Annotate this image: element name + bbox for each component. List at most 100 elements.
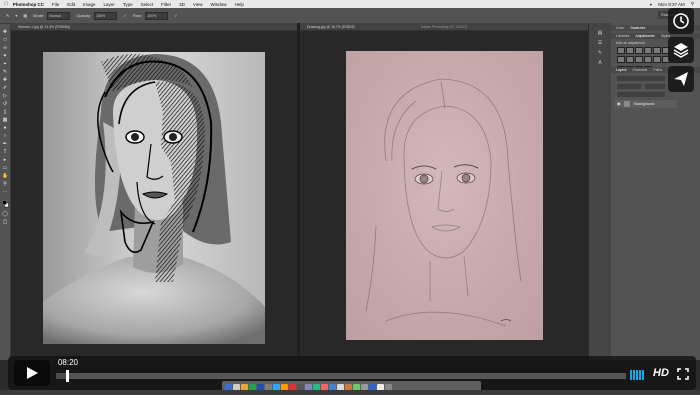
wifi-icon[interactable]: ⌖ — [650, 2, 653, 7]
gradient-tool-icon[interactable]: ▩ — [2, 118, 8, 123]
play-icon — [27, 367, 38, 379]
brightness-icon[interactable] — [617, 47, 625, 54]
airbrush-icon[interactable]: ✓ — [174, 13, 177, 18]
layer-row[interactable]: ◉ Background — [615, 100, 677, 108]
tab-color[interactable]: Color — [616, 26, 624, 30]
pencil-drawing-canvas[interactable] — [346, 51, 543, 340]
menu-view[interactable]: View — [193, 2, 203, 7]
tab-layers[interactable]: Layers — [616, 68, 627, 72]
bottom-strip — [0, 390, 700, 395]
color-balance-icon[interactable] — [617, 56, 625, 64]
healing-tool-icon[interactable]: ✚ — [2, 78, 8, 83]
path-select-tool-icon[interactable]: ▸ — [2, 158, 8, 163]
volume-bar[interactable] — [642, 370, 644, 380]
menu-app-name[interactable]: Photoshop CC — [13, 2, 44, 7]
apple-icon[interactable]:  — [4, 1, 8, 7]
brush-panel-icon[interactable]: ✎ — [597, 51, 603, 56]
more-tools-icon[interactable]: ⋯ — [2, 190, 8, 195]
toggle-brush-panel-icon[interactable]: ▦ — [23, 13, 27, 18]
paper-plane-icon — [674, 72, 688, 86]
foreground-background-color-icon[interactable] — [2, 200, 9, 208]
blend-mode-select[interactable] — [617, 84, 641, 89]
screen-mode-icon[interactable]: ▢ — [2, 220, 8, 225]
watch-later-button[interactable] — [668, 8, 694, 34]
exposure-icon[interactable] — [644, 47, 652, 54]
marquee-tool-icon[interactable]: □ — [2, 38, 8, 43]
menu-filter[interactable]: Filter — [161, 2, 171, 7]
lasso-tool-icon[interactable]: ∞ — [2, 46, 8, 51]
channel-mixer-icon[interactable] — [644, 56, 652, 64]
eyedropper-tool-icon[interactable]: ✎ — [2, 70, 8, 75]
move-tool-icon[interactable]: ✥ — [2, 30, 8, 35]
document-window-drawing: Drawing.jpg @ 16.7% (RGB/8) Adobe Photos… — [300, 23, 588, 360]
opacity-field[interactable]: 100% — [94, 11, 118, 20]
collections-button[interactable] — [668, 37, 694, 63]
volume-bar[interactable] — [636, 370, 638, 380]
options-bar: ✎ ▾ ▦ Mode: Normal Opacity: 100% ✓ Flow:… — [0, 8, 700, 24]
tab-libraries[interactable]: Libraries — [616, 34, 629, 38]
levels-icon[interactable] — [626, 47, 634, 54]
mode-select[interactable]: Normal — [47, 11, 71, 20]
menu-image[interactable]: Image — [83, 2, 96, 7]
tab-channels[interactable]: Channels — [633, 68, 648, 72]
adjustment-hint: Add an adjustment — [616, 41, 646, 45]
menu-file[interactable]: File — [52, 2, 59, 7]
tab-swatches[interactable]: Swatches — [630, 26, 645, 30]
document-tab-drawing[interactable]: Drawing.jpg @ 16.7% (RGB/8) — [304, 24, 358, 30]
menu-window[interactable]: Window — [211, 2, 227, 7]
play-button[interactable] — [14, 360, 50, 386]
volume-bar[interactable] — [639, 370, 641, 380]
curves-icon[interactable] — [635, 47, 643, 54]
volume-control[interactable] — [630, 369, 646, 380]
flow-field[interactable]: 100% — [145, 11, 169, 20]
hd-badge[interactable]: HD — [653, 366, 673, 380]
pen-tool-icon[interactable]: ✒ — [2, 142, 8, 147]
dodge-tool-icon[interactable]: ○ — [2, 134, 8, 139]
tab-paths[interactable]: Paths — [653, 68, 662, 72]
progress-bar[interactable] — [56, 370, 626, 382]
layer-opacity-field[interactable] — [645, 84, 665, 89]
menu-select[interactable]: Select — [141, 2, 154, 7]
layer-lock-row[interactable] — [617, 92, 665, 97]
color-lookup-icon[interactable] — [653, 56, 661, 64]
tab-adjustments[interactable]: Adjustments — [635, 34, 654, 38]
menubar-clock[interactable]: Mon 9:37 AM — [658, 2, 685, 7]
menu-layer[interactable]: Layer — [104, 2, 115, 7]
clone-stamp-tool-icon[interactable]: ▷ — [2, 94, 8, 99]
blur-tool-icon[interactable]: ● — [2, 126, 8, 131]
menu-edit[interactable]: Edit — [67, 2, 75, 7]
menu-help[interactable]: Help — [235, 2, 244, 7]
brush-tool-icon[interactable]: ✐ — [2, 86, 8, 91]
zoom-tool-icon[interactable]: ⚲ — [2, 182, 8, 187]
properties-panel-icon[interactable]: ☰ — [597, 41, 603, 46]
photo-filter-icon[interactable] — [635, 56, 643, 64]
search-icon[interactable]: ⚲ — [691, 1, 694, 7]
eraser-tool-icon[interactable]: ▯ — [2, 110, 8, 115]
share-button[interactable] — [668, 66, 694, 92]
document-tab-photo[interactable]: Women-1.jpg @ 13.3% (RGB/8#) — [15, 24, 73, 30]
hand-tool-icon[interactable]: ✋ — [2, 174, 8, 179]
pressure-opacity-icon[interactable]: ✓ — [123, 13, 126, 18]
volume-bar[interactable] — [630, 370, 632, 380]
vibrance-icon[interactable] — [653, 47, 661, 54]
eye-icon[interactable]: ◉ — [617, 100, 620, 108]
quick-mask-icon[interactable]: ◯ — [2, 212, 8, 217]
layer-filter-field[interactable] — [617, 76, 665, 81]
shape-tool-icon[interactable]: ▭ — [2, 166, 8, 171]
character-panel-icon[interactable]: A — [597, 61, 603, 66]
fullscreen-button[interactable] — [677, 367, 689, 380]
volume-bar[interactable] — [633, 370, 635, 380]
brush-preset-picker[interactable]: ▾ — [15, 13, 17, 18]
type-tool-icon[interactable]: T — [2, 150, 8, 155]
menu-3d[interactable]: 3D — [179, 2, 185, 7]
history-brush-tool-icon[interactable]: ↺ — [2, 102, 8, 107]
brush-tool-icon[interactable]: ✎ — [6, 13, 9, 18]
progress-thumb[interactable] — [66, 370, 70, 382]
reference-photo-canvas[interactable] — [43, 52, 265, 344]
black-white-icon[interactable] — [626, 56, 634, 64]
quick-select-tool-icon[interactable]: ✦ — [2, 54, 8, 59]
window-title: Adobe Photoshop CC 2015.5 — [421, 25, 467, 29]
menu-type[interactable]: Type — [123, 2, 133, 7]
history-panel-icon[interactable]: ▤ — [597, 31, 603, 36]
crop-tool-icon[interactable]: ⌖ — [2, 62, 8, 67]
